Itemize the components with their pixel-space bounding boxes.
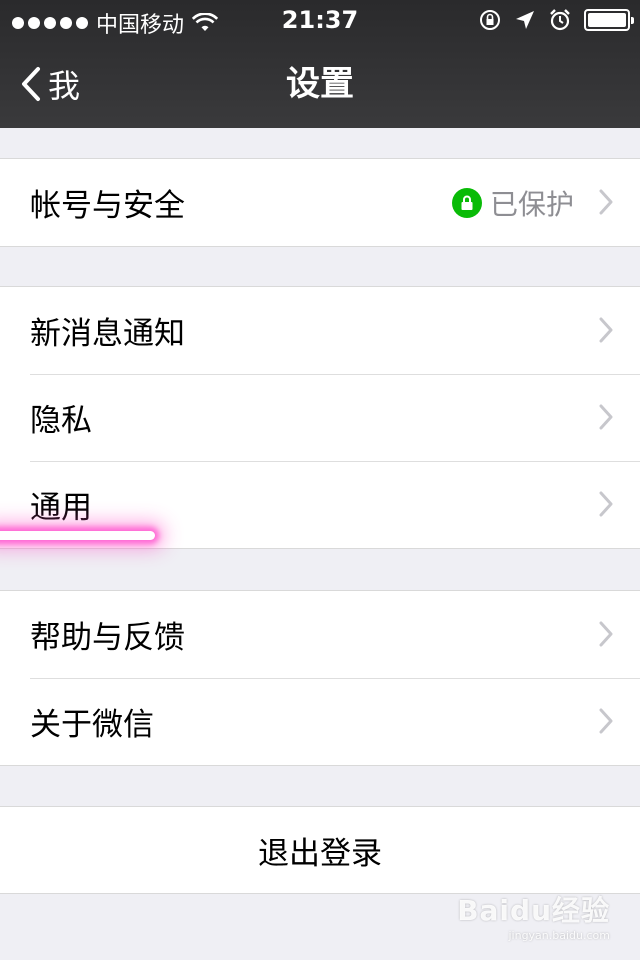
settings-item-help-feedback[interactable]: 帮助与反馈 xyxy=(0,591,640,678)
chevron-right-icon xyxy=(599,317,613,343)
lock-icon xyxy=(451,187,482,218)
security-status-text: 已保护 xyxy=(489,187,574,221)
logout-button[interactable]: 退出登录 xyxy=(0,806,640,894)
rotation-lock-icon xyxy=(480,10,500,30)
highlight-annotation xyxy=(0,531,155,540)
settings-item-label: 新消息通知 xyxy=(30,316,185,352)
status-bar: 中国移动 21:37 xyxy=(0,0,640,40)
settings-group-help: 帮助与反馈 关于微信 xyxy=(0,590,640,766)
chevron-right-icon xyxy=(599,189,613,215)
watermark-logo: Baidu经验 jingyan.baidu.com xyxy=(457,889,610,942)
chevron-right-icon xyxy=(599,491,613,517)
chevron-right-icon xyxy=(599,404,613,430)
settings-group-general: 新消息通知 隐私 通用 xyxy=(0,286,640,549)
alarm-icon xyxy=(550,9,570,31)
page-title: 设置 xyxy=(286,64,354,104)
watermark-brand: Baidu经验 xyxy=(457,894,610,927)
navigation-bar: 我 设置 xyxy=(0,40,640,128)
settings-item-label: 帮助与反馈 xyxy=(30,620,185,656)
logout-label: 退出登录 xyxy=(258,835,382,872)
settings-group-account: 帐号与安全 已保护 xyxy=(0,158,640,247)
security-status: 已保护 xyxy=(451,159,574,246)
settings-item-about-wechat[interactable]: 关于微信 xyxy=(0,678,640,765)
settings-item-label: 通用 xyxy=(30,490,92,526)
watermark-site: jingyan.baidu.com xyxy=(508,929,610,942)
top-bar: 中国移动 21:37 我 设置 xyxy=(0,0,640,128)
chevron-right-icon xyxy=(599,708,613,734)
settings-item-privacy[interactable]: 隐私 xyxy=(0,374,640,461)
settings-item-label: 帐号与安全 xyxy=(30,188,185,224)
settings-item-account-security[interactable]: 帐号与安全 已保护 xyxy=(0,159,640,246)
settings-item-label: 隐私 xyxy=(30,403,92,439)
location-icon xyxy=(516,11,534,29)
settings-item-new-message-notification[interactable]: 新消息通知 xyxy=(0,287,640,374)
settings-item-label: 关于微信 xyxy=(30,707,154,743)
battery-icon xyxy=(584,9,634,31)
chevron-right-icon xyxy=(599,621,613,647)
